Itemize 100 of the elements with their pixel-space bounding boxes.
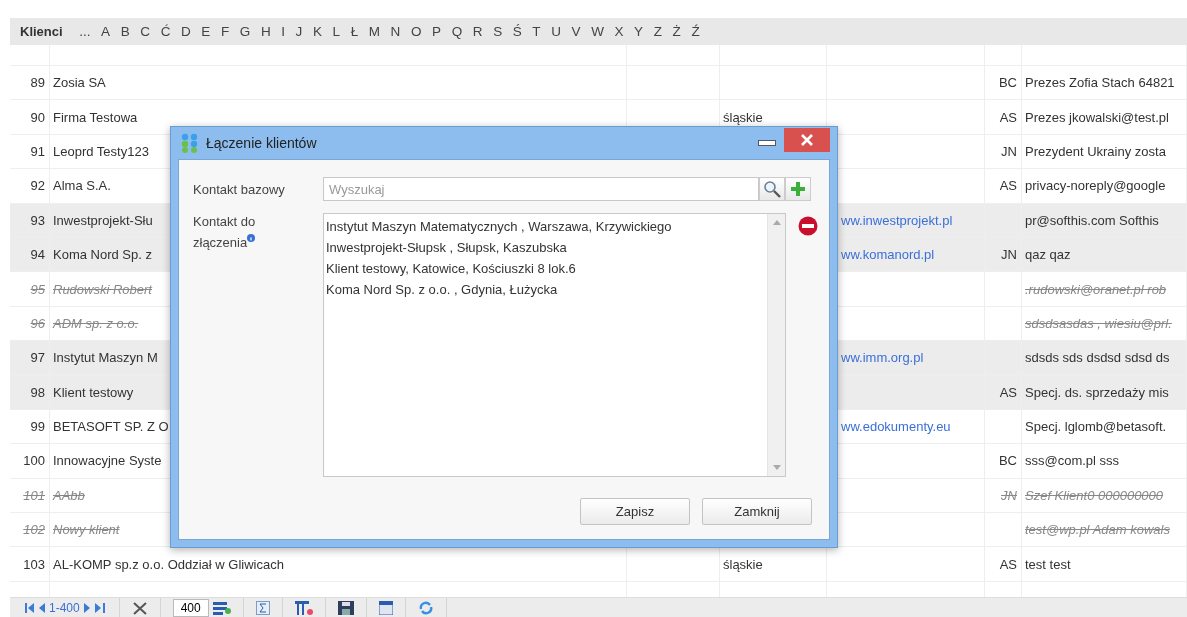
field-label: Kontakt bazowy (193, 180, 286, 198)
contact-cell: sss@com.pl sss (1022, 444, 1187, 478)
letter-filter[interactable]: A (101, 24, 111, 39)
letter-filter[interactable]: P (432, 24, 442, 39)
letter-filter[interactable]: V (571, 24, 581, 39)
app-icon (180, 133, 200, 153)
close-icon (800, 134, 814, 146)
letter-filter[interactable]: U (551, 24, 561, 39)
row-number: 100 (10, 444, 50, 478)
letter-filter[interactable]: Ś (512, 24, 522, 39)
contact-cell: qaz qaz (1022, 237, 1187, 272)
letter-filter[interactable]: Y (634, 24, 644, 39)
contact-cell: test@wp.pl Adam kowals (1022, 513, 1187, 547)
table-row[interactable]: 89 Zosia SA BC Prezes Zofia Stach 64821 (10, 66, 1187, 101)
last-page-icon[interactable] (94, 602, 107, 613)
letter-filter[interactable]: I (281, 24, 285, 39)
letter-filter[interactable]: R (472, 24, 483, 39)
initials-cell: BC (985, 66, 1022, 100)
row-number: 98 (10, 375, 50, 409)
row-number: 99 (10, 409, 50, 444)
search-icon (763, 180, 781, 198)
initials-cell: AS (985, 100, 1022, 134)
next-page-icon[interactable] (83, 602, 91, 613)
contact-cell: Prezes Zofia Stach 64821 (1022, 66, 1187, 100)
row-number: 94 (10, 237, 50, 272)
row-number: 92 (10, 169, 50, 203)
add-button[interactable] (785, 177, 811, 201)
letter-filter[interactable]: Ż (672, 24, 681, 39)
letter-filter[interactable]: W (591, 24, 604, 39)
columns-icon[interactable] (294, 600, 313, 615)
search-field[interactable]: Wyszukaj (323, 177, 759, 201)
letter-filter[interactable]: J (295, 24, 303, 39)
row-number: 91 (10, 134, 50, 169)
contact-cell: test test (1022, 547, 1187, 581)
row-number: 102 (10, 513, 50, 547)
row-number: 95 (10, 272, 50, 306)
previous-page-icon[interactable] (38, 602, 45, 613)
save-icon[interactable] (337, 600, 354, 615)
row-number: 103 (10, 547, 50, 581)
contact-cell: sdsds sds dsdsd sdsd ds (1022, 341, 1187, 375)
page-range: 1-400 (49, 600, 80, 615)
row-number: 93 (10, 203, 50, 237)
letter-filter[interactable]: Ć (160, 24, 171, 39)
initials-cell: JN (985, 478, 1022, 513)
contact-cell: Specj. ds. sprzedaży mis (1022, 375, 1187, 409)
contact-cell: sdsdsasdas , wiesiu@prl. (1022, 306, 1187, 341)
plus-icon (790, 181, 806, 197)
initials-cell: BC (985, 444, 1022, 478)
scroll-down-icon[interactable] (772, 465, 781, 470)
contact-cell: Szef Klient0 000000000 (1022, 478, 1187, 513)
row-number: 101 (10, 478, 50, 513)
initials-cell: AS (985, 375, 1022, 409)
dialog-button[interactable]: Zamknij (702, 498, 812, 525)
close-button[interactable] (784, 128, 830, 152)
letter-filter[interactable]: K (312, 24, 322, 39)
refresh-icon[interactable] (417, 600, 434, 615)
letter-filter[interactable]: T (532, 24, 541, 39)
page-size-field[interactable]: 400 (172, 598, 209, 617)
letter-filter[interactable]: L (332, 24, 341, 39)
contact-cell: Prezes jkowalski@test.pl (1022, 100, 1187, 134)
letter-filter[interactable]: Ź (691, 24, 700, 39)
letter-filter[interactable]: Z (653, 24, 662, 39)
letter-filter[interactable]: ... (79, 24, 91, 39)
section-title: Klienci (20, 24, 63, 39)
letter-filter[interactable]: Ł (350, 24, 359, 39)
letter-filter[interactable]: C (140, 24, 151, 39)
initials-cell: AS (985, 169, 1022, 203)
letter-filter[interactable]: D (181, 24, 191, 39)
info-icon (247, 234, 256, 242)
row-number: 96 (10, 306, 50, 341)
sum-icon[interactable] (255, 600, 270, 615)
letter-filter[interactable]: M (368, 24, 380, 39)
letter-filter[interactable]: O (410, 24, 422, 39)
letter-filter[interactable]: S (493, 24, 503, 39)
letter-filter[interactable]: Q (451, 24, 463, 39)
scroll-up-icon[interactable] (772, 220, 781, 225)
client-name: Zosia SA (50, 66, 627, 100)
dialog-button[interactable]: Zapisz (580, 498, 690, 525)
contact-cell: Specj. lglomb@betasoft. (1022, 409, 1187, 444)
letter-filter[interactable]: F (220, 24, 230, 39)
minimize-icon (758, 140, 776, 146)
initials-cell: AS (985, 547, 1022, 581)
row-number: 90 (10, 100, 50, 134)
first-page-icon[interactable] (22, 602, 34, 613)
row-number: 97 (10, 341, 50, 375)
calendar-icon[interactable] (378, 600, 393, 615)
letter-filter[interactable]: H (260, 24, 271, 39)
list-settings-icon[interactable] (212, 600, 231, 615)
letter-filter[interactable]: X (614, 24, 624, 39)
letter-filter[interactable]: N (390, 24, 401, 39)
contact-cell: privacy-noreply@google (1022, 169, 1187, 203)
contact-cell: .rudowski@oranet.pl rob (1022, 272, 1187, 306)
letter-filter[interactable]: G (239, 24, 251, 39)
search-button[interactable] (759, 177, 785, 201)
row-number: 89 (10, 66, 50, 100)
letter-filter[interactable]: B (120, 24, 130, 39)
remove-icon[interactable] (798, 216, 818, 236)
table-row[interactable]: 103 AL-KOMP sp.z o.o. Oddział w Gliwicach śląskie AS test test (10, 547, 1187, 582)
contact-cell: Prezydent Ukrainy zosta (1022, 134, 1187, 169)
letter-filter[interactable]: E (201, 24, 211, 39)
